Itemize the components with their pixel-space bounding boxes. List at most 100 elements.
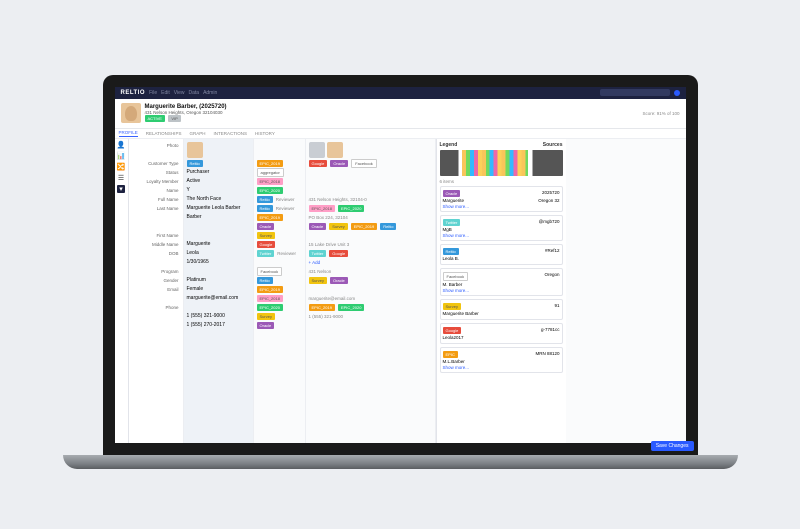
xw-c5[interactable]: EPIC_2019 <box>351 223 377 230</box>
chip-s2[interactable]: Survey <box>257 313 275 320</box>
addr-row-0: 431 Nelson Heights, 32104-0 <box>309 195 432 204</box>
chip-fb[interactable]: Facebook <box>257 267 283 276</box>
val-middle: Leola <box>187 249 250 258</box>
nav-admin[interactable]: Admin <box>203 90 217 96</box>
val-status: Active <box>187 177 250 186</box>
chip-reltio2[interactable]: Reltio <box>257 196 273 203</box>
chip-b1[interactable]: EPIC_2019 <box>257 214 283 221</box>
add-address-link[interactable]: + Add <box>309 258 432 267</box>
addr-row-1: PO Box 224, 32104 <box>309 213 432 222</box>
chip-tw[interactable]: Twitter <box>257 250 275 257</box>
sankey-chart[interactable] <box>440 150 563 176</box>
val-phone2: 1 (555) 270-2017 <box>187 321 250 330</box>
val-phone: 1 (555) 321-9000 <box>187 312 250 321</box>
match-score: Score: 91% of 100 <box>642 111 679 116</box>
xw-e9[interactable]: EPIC_2019 <box>309 304 335 311</box>
sources-panel: Legend Sources 6 items Oracle2025720 Mar… <box>436 139 566 443</box>
xw-photo-1[interactable] <box>309 142 325 158</box>
branch-icon[interactable]: 🔀 <box>117 163 125 171</box>
xw-g2[interactable]: Google <box>329 250 348 257</box>
show-more-1[interactable]: Show more... <box>443 233 560 238</box>
nav-file[interactable]: File <box>149 90 157 96</box>
xw-c4[interactable]: Survey <box>329 223 347 230</box>
nav-view[interactable]: View <box>174 90 185 96</box>
source-card-1[interactable]: Twitter@mgb720 MgB Show more... <box>440 215 563 241</box>
xw-s3[interactable]: Survey <box>309 277 327 284</box>
nav-edit[interactable]: Edit <box>161 90 170 96</box>
chip-agg[interactable]: aggregator <box>257 168 284 177</box>
source-card-2[interactable]: Reltio#Ref12 Leola B. <box>440 244 563 265</box>
xw-c3[interactable]: Oracle <box>309 223 327 230</box>
xw-c2[interactable]: EPIC_2020 <box>338 205 364 212</box>
filter-icon[interactable]: ▾ <box>117 185 125 193</box>
chip-epic20[interactable]: EPIC_2020 <box>257 187 283 194</box>
brand-logo: RELTIO <box>121 90 146 96</box>
source-card-4[interactable]: Survey91 Marguerite Barber <box>440 299 563 320</box>
chip-reltio3[interactable]: Reltio <box>257 205 273 212</box>
xw-e10[interactable]: EPIC_2020 <box>338 304 364 311</box>
val-lastname: Barber <box>187 213 250 222</box>
search-input[interactable] <box>600 89 670 96</box>
xw-goog[interactable]: Google <box>309 160 328 167</box>
list-icon[interactable]: ☰ <box>117 174 125 182</box>
source-card-5[interactable]: Googleg-7781cc Leola2017 <box>440 323 563 344</box>
val-firstname: Marguerite <box>187 240 250 249</box>
src-reltio-chip[interactable]: Reltio <box>187 160 203 167</box>
tab-relationships[interactable]: RELATIONSHIPS <box>146 131 182 136</box>
chip-goog[interactable]: Google <box>257 241 276 248</box>
chip-o2[interactable]: Oracle <box>257 322 275 329</box>
source-card-6[interactable]: EPICMRN 88120 M.L.Barber Show more... <box>440 347 563 373</box>
show-more-0[interactable]: Show more... <box>443 204 560 209</box>
save-button[interactable]: Save Changes <box>651 441 686 443</box>
xw-photo-2[interactable] <box>327 142 343 158</box>
xw-ora[interactable]: Oracle <box>330 160 348 167</box>
tab-history[interactable]: HISTORY <box>255 131 275 136</box>
tab-graph[interactable]: GRAPH <box>189 131 205 136</box>
chart-icon[interactable]: 📊 <box>117 152 125 160</box>
profile-tabs: PROFILE RELATIONSHIPS GRAPH INTERACTIONS… <box>115 129 686 139</box>
status-chip: ACTIVE <box>145 115 165 122</box>
source-card-0[interactable]: Oracle2025720 MargueriteOregon 32 Show m… <box>440 186 563 212</box>
val-loyalty: Y <box>187 186 250 195</box>
xw-c6[interactable]: Reltio <box>380 223 396 230</box>
xw-fb[interactable]: Facebook <box>351 159 377 168</box>
xw-phone: 1 (555) 321-9000 <box>309 312 432 321</box>
xw-tw2[interactable]: Twitter <box>309 250 327 257</box>
chip-epic19[interactable]: EPIC_2019 <box>257 160 283 167</box>
tab-interactions[interactable]: INTERACTIONS <box>213 131 247 136</box>
val-email: marguerite@email.com <box>187 294 250 303</box>
chip-surv[interactable]: Survey <box>257 232 275 239</box>
chip-e7[interactable]: EPIC_2020 <box>257 304 283 311</box>
xw-o3[interactable]: Oracle <box>330 277 348 284</box>
crosswalk-column: GoogleOracleFacebook 431 Nelson Heights,… <box>306 139 436 443</box>
profile-photo[interactable] <box>121 103 141 123</box>
chip-epic18[interactable]: EPIC_2018 <box>257 178 283 185</box>
golden-record-column: Reltio Purchaser Active Y The North Face… <box>184 139 254 443</box>
nav-data[interactable]: Data <box>189 90 200 96</box>
profile-header: Marguerite Barber, (2025720) 431 Nelson … <box>115 99 686 129</box>
chip-r4[interactable]: Reltio <box>257 277 273 284</box>
chip-oracle[interactable]: Oracle <box>257 223 275 230</box>
val-program: Platinum <box>187 276 250 285</box>
source-column-a: EPIC_2019 aggregator EPIC_2018 EPIC_2020… <box>254 139 306 443</box>
chip-e5[interactable]: EPIC_2019 <box>257 286 283 293</box>
show-more-6[interactable]: Show more... <box>443 365 560 370</box>
panel-toggle[interactable]: Sources <box>543 142 563 148</box>
tab-profile[interactable]: PROFILE <box>119 130 138 137</box>
val-custtype: Purchaser <box>187 168 250 177</box>
val-gender: Female <box>187 285 250 294</box>
source-card-3[interactable]: FacebookOregon M. Barber Show more... <box>440 268 563 296</box>
chip-e6[interactable]: EPIC_2018 <box>257 295 283 302</box>
xw-c1[interactable]: EPIC_2018 <box>309 205 335 212</box>
attr-labels-column: Photo Customer Type Status Loyalty Membe… <box>129 139 184 443</box>
val-fullname: Marguerite Leola Barber <box>187 204 250 213</box>
person-icon[interactable]: 👤 <box>117 141 125 149</box>
user-avatar-icon[interactable] <box>674 90 680 96</box>
gr-photo[interactable] <box>187 142 203 158</box>
addr-row-3: 431 Nelson <box>309 267 432 276</box>
left-rail: 👤 📊 🔀 ☰ ▾ <box>115 139 129 443</box>
xw-email: marguerite@email.com <box>309 294 432 303</box>
top-navbar: RELTIO File Edit View Data Admin <box>115 87 686 99</box>
addr-row-2: 15 Lake Drive Unit 3 <box>309 240 432 249</box>
show-more-3[interactable]: Show more... <box>443 288 560 293</box>
